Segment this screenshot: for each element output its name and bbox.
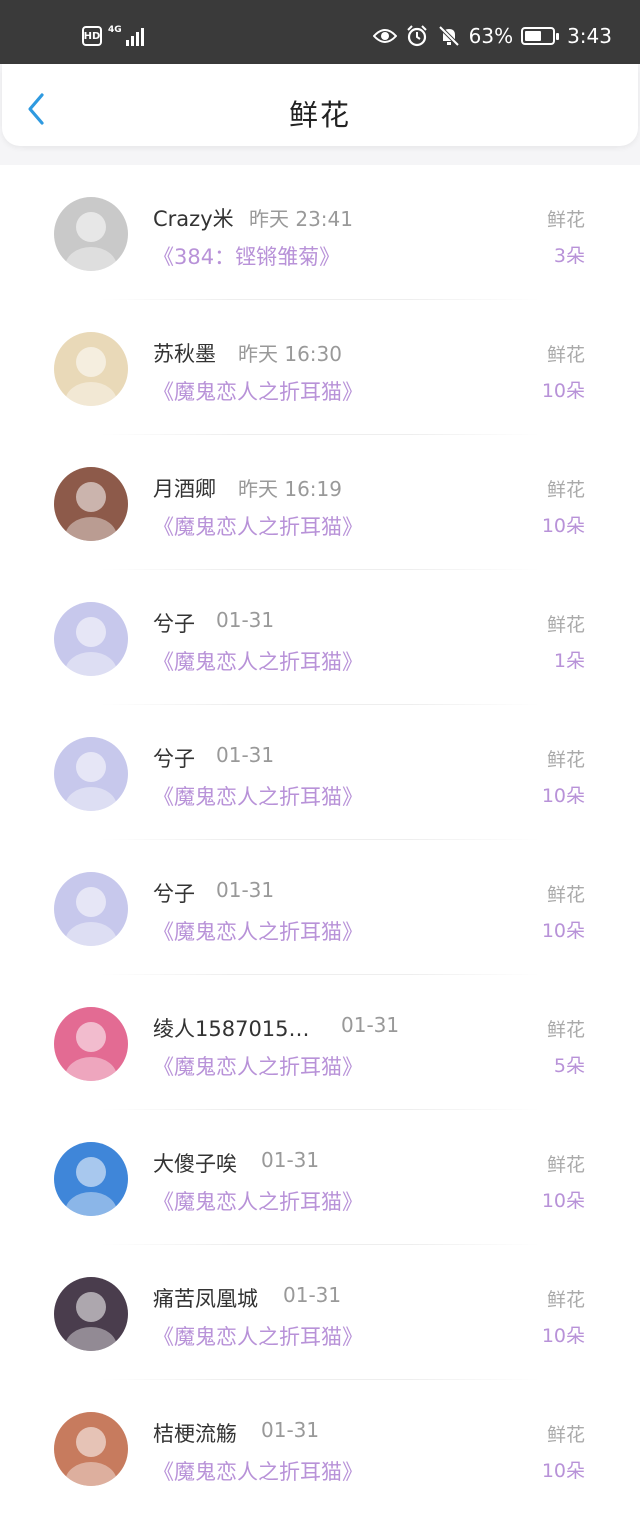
flower-count: 5朵 — [553, 1055, 585, 1077]
status-bar: HD 4G 63% 3:43 — [0, 0, 640, 64]
list-item[interactable]: 大傻子唉 01-31 《魔鬼恋人之折耳猫》 鲜花 10朵 — [0, 1110, 640, 1245]
timestamp: 昨天 23:41 — [249, 207, 353, 231]
book-title-link[interactable]: 《魔鬼恋人之折耳猫》 — [153, 1321, 363, 1351]
list-item[interactable]: 绫人1587015… 01-31 《魔鬼恋人之折耳猫》 鲜花 5朵 — [0, 975, 640, 1110]
flower-count: 10朵 — [541, 1460, 585, 1482]
user-name[interactable]: 苏秋墨 — [153, 338, 216, 368]
list-item[interactable]: 苏秋墨 昨天 16:30 《魔鬼恋人之折耳猫》 鲜花 10朵 — [0, 300, 640, 435]
avatar[interactable] — [54, 1412, 128, 1486]
flower-count: 10朵 — [541, 920, 585, 942]
flower-count: 10朵 — [541, 515, 585, 537]
avatar[interactable] — [54, 737, 128, 811]
flower-label: 鲜花 — [546, 344, 585, 366]
user-name[interactable]: Crazy米 — [153, 203, 234, 233]
signal-icon: 4G — [108, 26, 144, 46]
user-name[interactable]: 痛苦凤凰城 — [153, 1283, 258, 1313]
timestamp: 01-31 — [216, 608, 275, 632]
status-left: HD 4G — [82, 26, 144, 46]
list-item[interactable]: 兮子 01-31 《魔鬼恋人之折耳猫》 鲜花 1朵 — [0, 570, 640, 705]
flower-label: 鲜花 — [546, 749, 585, 771]
battery-percent: 63% — [468, 24, 514, 48]
mute-bell-icon — [437, 24, 461, 48]
book-title-link[interactable]: 《魔鬼恋人之折耳猫》 — [153, 376, 363, 406]
flower-count: 10朵 — [541, 1325, 585, 1347]
book-title-link[interactable]: 《384：铿锵雏菊》 — [153, 241, 340, 271]
user-name[interactable]: 绫人1587015… — [153, 1013, 310, 1043]
flower-label: 鲜花 — [546, 1154, 585, 1176]
battery-icon — [521, 27, 560, 45]
avatar[interactable] — [54, 1007, 128, 1081]
battery-fill — [525, 31, 542, 41]
top-nav-bar: 鲜花 — [2, 64, 638, 146]
timestamp: 01-31 — [341, 1013, 400, 1037]
list-item[interactable]: 月酒卿 昨天 16:19 《魔鬼恋人之折耳猫》 鲜花 10朵 — [0, 435, 640, 570]
list-item[interactable]: 兮子 01-31 《魔鬼恋人之折耳猫》 鲜花 10朵 — [0, 840, 640, 975]
avatar[interactable] — [54, 467, 128, 541]
flower-label: 鲜花 — [546, 1289, 585, 1311]
list-item[interactable]: 痛苦凤凰城 01-31 《魔鬼恋人之折耳猫》 鲜花 10朵 — [0, 1245, 640, 1380]
clock: 3:43 — [567, 24, 612, 48]
flower-label: 鲜花 — [546, 209, 585, 231]
list-item[interactable]: 桔梗流觞 01-31 《魔鬼恋人之折耳猫》 鲜花 10朵 — [0, 1380, 640, 1513]
flower-label: 鲜花 — [546, 614, 585, 636]
timestamp: 01-31 — [283, 1283, 342, 1307]
book-title-link[interactable]: 《魔鬼恋人之折耳猫》 — [153, 781, 363, 811]
timestamp: 昨天 16:30 — [238, 342, 342, 366]
book-title-link[interactable]: 《魔鬼恋人之折耳猫》 — [153, 1456, 363, 1486]
timestamp: 01-31 — [216, 878, 275, 902]
book-title-link[interactable]: 《魔鬼恋人之折耳猫》 — [153, 1051, 363, 1081]
avatar[interactable] — [54, 872, 128, 946]
flower-count: 10朵 — [541, 380, 585, 402]
eye-icon — [372, 24, 397, 48]
user-name[interactable]: 桔梗流觞 — [153, 1418, 237, 1448]
list-item[interactable]: Crazy米 昨天 23:41 《384：铿锵雏菊》 鲜花 3朵 — [0, 165, 640, 300]
flower-label: 鲜花 — [546, 1424, 585, 1446]
timestamp: 01-31 — [261, 1418, 320, 1442]
timestamp: 昨天 16:19 — [238, 477, 342, 501]
avatar[interactable] — [54, 602, 128, 676]
avatar[interactable] — [54, 1142, 128, 1216]
book-title-link[interactable]: 《魔鬼恋人之折耳猫》 — [153, 1186, 363, 1216]
flower-count: 10朵 — [541, 1190, 585, 1212]
avatar[interactable] — [54, 332, 128, 406]
user-name[interactable]: 兮子 — [153, 608, 195, 638]
page-title: 鲜花 — [288, 98, 351, 132]
book-title-link[interactable]: 《魔鬼恋人之折耳猫》 — [153, 646, 363, 676]
user-name[interactable]: 月酒卿 — [153, 473, 216, 503]
flower-label: 鲜花 — [546, 479, 585, 501]
hd-icon: HD — [82, 26, 102, 46]
flower-label: 鲜花 — [546, 1019, 585, 1041]
user-name[interactable]: 兮子 — [153, 878, 195, 908]
avatar[interactable] — [54, 197, 128, 271]
flower-count: 1朵 — [553, 650, 585, 672]
book-title-link[interactable]: 《魔鬼恋人之折耳猫》 — [153, 916, 363, 946]
alarm-icon — [405, 24, 429, 48]
status-right: 63% 3:43 — [372, 24, 612, 48]
user-name[interactable]: 兮子 — [153, 743, 195, 773]
network-type: 4G — [108, 25, 122, 35]
avatar[interactable] — [54, 1277, 128, 1351]
timestamp: 01-31 — [216, 743, 275, 767]
list-item[interactable]: 兮子 01-31 《魔鬼恋人之折耳猫》 鲜花 10朵 — [0, 705, 640, 840]
flower-count: 3朵 — [553, 245, 585, 267]
flower-label: 鲜花 — [546, 884, 585, 906]
book-title-link[interactable]: 《魔鬼恋人之折耳猫》 — [153, 511, 363, 541]
user-name[interactable]: 大傻子唉 — [153, 1148, 237, 1178]
flower-list: Crazy米 昨天 23:41 《384：铿锵雏菊》 鲜花 3朵 苏秋墨 昨天 … — [0, 165, 640, 1513]
timestamp: 01-31 — [261, 1148, 320, 1172]
flower-count: 10朵 — [541, 785, 585, 807]
